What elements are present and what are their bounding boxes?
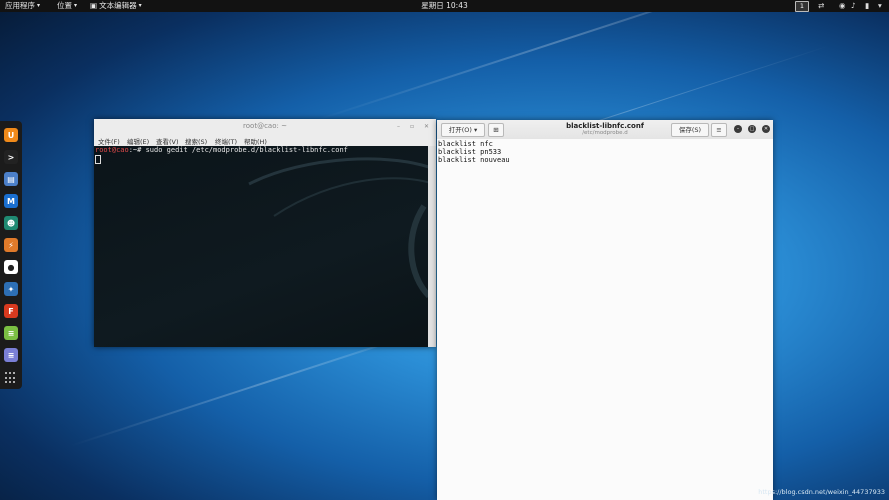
menu-file[interactable]: 文件(F) (98, 136, 120, 146)
editor-text-area[interactable]: blacklist nfc blacklist pn533 blacklist … (437, 139, 773, 500)
clock[interactable]: 星期日 10:43 (0, 0, 889, 12)
prompt-suffix: :~# (128, 146, 146, 154)
show-applications-icon[interactable] (5, 372, 17, 384)
menu-search[interactable]: 搜索(S) (185, 136, 207, 146)
terminal-icon[interactable]: > (4, 150, 18, 164)
menu-edit[interactable]: 编辑(E) (127, 136, 149, 146)
faraday-icon[interactable]: F (4, 304, 18, 318)
burpsuite-icon[interactable]: ⚡ (4, 238, 18, 252)
beef-icon[interactable]: ✦ (4, 282, 18, 296)
terminal-output[interactable]: root@cao:~# sudo gedit /etc/modprobe.d/b… (94, 146, 428, 347)
watermark-text: https://blog.csdn.net/weixin_44737933 (758, 488, 885, 496)
volume-icon[interactable]: ♪ (851, 0, 856, 12)
terminal-title: root@cao: ~ (243, 122, 287, 130)
terminal-command-line: root@cao:~# sudo gedit /etc/modprobe.d/b… (95, 146, 348, 154)
notes-icon[interactable]: ≡ (4, 348, 18, 362)
terminal-titlebar[interactable]: root@cao: ~ – ▫ ✕ (94, 119, 436, 136)
menu-help[interactable]: 帮助(H) (244, 136, 267, 146)
save-button[interactable]: 保存(S) (671, 123, 709, 137)
new-document-button[interactable]: ⊞ (488, 123, 504, 137)
minimize-icon[interactable]: – (397, 123, 400, 130)
editor-line: blacklist pn533 (438, 148, 502, 156)
menu-terminal[interactable]: 终端(T) (215, 136, 237, 146)
top-panel: 应用程序 ▾ 位置 ▾ ▣ 文本编辑器 ▾ 星期日 10:43 1 ⇄ ◉ ♪ ▮ ▾ (0, 0, 889, 12)
leafpad-icon[interactable]: ≡ (4, 326, 18, 340)
close-icon[interactable]: ✕ (762, 125, 770, 133)
wallpaper-streak (312, 0, 808, 123)
menu-view[interactable]: 查看(V) (156, 136, 179, 146)
favorites-dock: U > ▤ M ☻ ⚡ ● ✦ F ≡ ≡ (0, 121, 22, 389)
menu-icon: ≡ (716, 126, 722, 134)
close-icon[interactable]: ✕ (424, 123, 429, 130)
kali-dragon-watermark (248, 157, 428, 299)
maltego-icon[interactable]: ● (4, 260, 18, 274)
workspace-indicator[interactable]: 1 (795, 1, 809, 12)
terminal-scrollbar[interactable] (428, 146, 436, 347)
document-path: /etc/modprobe.d (582, 130, 628, 136)
hamburger-menu-button[interactable]: ≡ (711, 123, 727, 137)
gedit-headerbar: 打开(O) ▾ ⊞ blacklist-libnfc.conf /etc/mod… (437, 120, 773, 140)
battery-icon[interactable]: ▮ (865, 0, 869, 12)
prompt-user: root@cao (95, 146, 129, 154)
command-text: sudo gedit /etc/modprobe.d/blacklist-lib… (145, 146, 348, 154)
wifi-icon[interactable]: ◉ (839, 0, 846, 12)
gedit-window[interactable]: 打开(O) ▾ ⊞ blacklist-libnfc.conf /etc/mod… (437, 120, 773, 500)
terminal-cursor (95, 155, 101, 164)
power-menu-icon[interactable]: ▾ (878, 0, 882, 12)
files-icon[interactable]: ▤ (4, 172, 18, 186)
minimize-icon[interactable]: – (734, 125, 742, 133)
chevron-down-icon: ▾ (474, 126, 478, 134)
firefox-icon[interactable]: U (4, 128, 18, 142)
metasploit-icon[interactable]: M (4, 194, 18, 208)
document-title: blacklist-libnfc.conf (566, 122, 644, 130)
editor-line: blacklist nouveau (438, 156, 510, 164)
armitage-icon[interactable]: ☻ (4, 216, 18, 230)
network-tools-icon[interactable]: ⇄ (818, 0, 824, 12)
terminal-window[interactable]: root@cao: ~ – ▫ ✕ 文件(F) 编辑(E) 查看(V) 搜索(S… (94, 119, 436, 347)
maximize-icon[interactable]: □ (748, 125, 756, 133)
editor-line: blacklist nfc (438, 140, 493, 148)
open-button[interactable]: 打开(O) ▾ (441, 123, 485, 137)
new-document-icon: ⊞ (493, 126, 499, 134)
maximize-icon[interactable]: ▫ (410, 123, 414, 130)
